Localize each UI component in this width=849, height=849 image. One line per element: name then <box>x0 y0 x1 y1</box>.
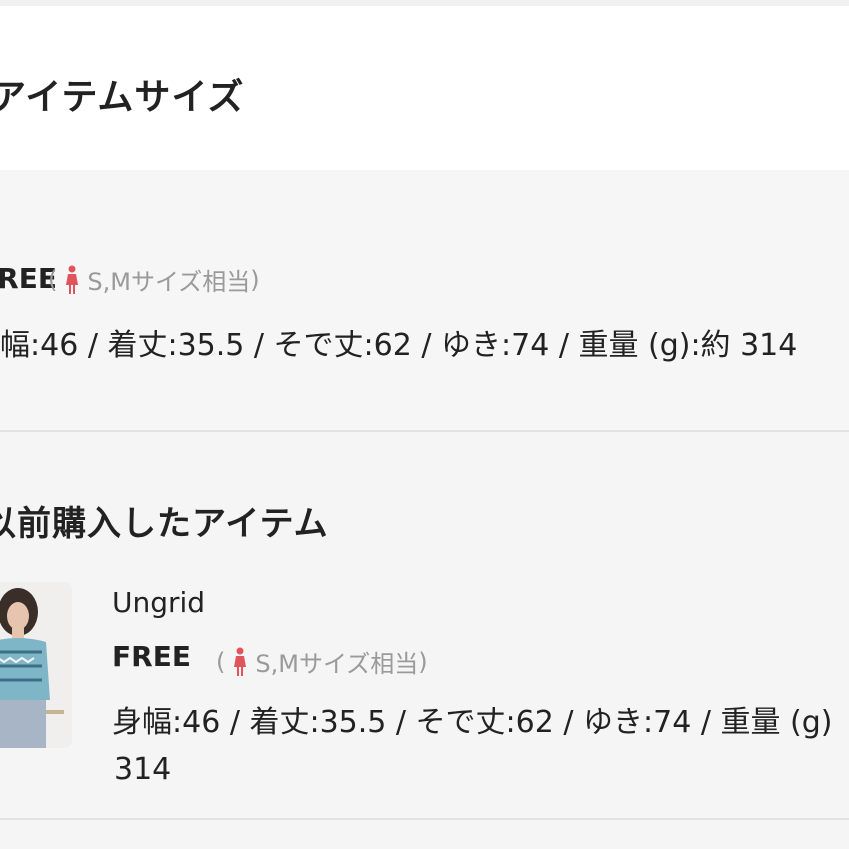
person-icon <box>66 265 79 294</box>
item-weight-value: 314 <box>114 752 172 787</box>
item-brand: Ungrid <box>112 586 206 619</box>
header: アイテムサイズ <box>0 6 849 170</box>
size-section <box>0 170 849 430</box>
item-size-title: アイテムサイズ <box>0 77 245 118</box>
item-measurements: 身幅:46 / 着丈:35.5 / そで丈:62 / ゆき:74 / 重量 (g… <box>112 705 833 740</box>
item-thumbnail[interactable] <box>0 582 72 748</box>
item-size-name: FREE <box>112 640 191 673</box>
close-paren: ) <box>250 265 260 294</box>
open-paren: ( <box>48 265 58 294</box>
open-paren: ( <box>216 647 226 676</box>
size-equivalent: ( S,Mサイズ相当 ) <box>48 262 260 297</box>
size-equivalent-label: S,Mサイズ相当 <box>87 268 251 296</box>
item-thumbnail-image <box>0 582 72 748</box>
item-size-equivalent-label: S,Mサイズ相当 <box>255 650 419 678</box>
close-paren: ) <box>418 647 428 676</box>
size-measurements: 身幅:46 / 着丈:35.5 / そで丈:62 / ゆき:74 / 重量 (g… <box>0 328 798 363</box>
divider <box>0 818 849 820</box>
divider <box>0 430 849 432</box>
item-size-equivalent: ( S,Mサイズ相当 ) <box>216 644 428 679</box>
past-purchases-title: 以前購入したアイテム <box>0 504 329 544</box>
person-icon <box>234 647 247 676</box>
